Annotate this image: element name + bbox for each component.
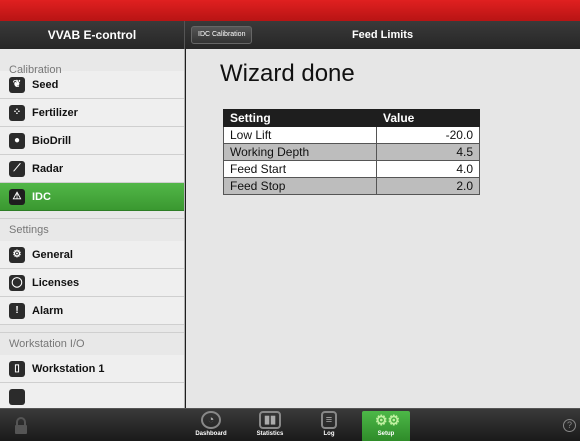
value-cell: 4.5	[376, 143, 480, 161]
gears-icon: ⚙⚙	[375, 412, 401, 428]
sidebar-item-licenses[interactable]: ◯ Licenses	[0, 269, 184, 297]
nav-dashboard[interactable]: ◔ Dashboard	[187, 411, 235, 441]
table-row: Working Depth 4.5	[223, 143, 480, 161]
sidebar-item-general[interactable]: ⚙ General	[0, 241, 184, 269]
sidebar-item-fertilizer[interactable]: ⁘ Fertilizer	[0, 99, 184, 127]
wizard-heading: Wizard done	[220, 60, 355, 87]
sidebar-item-label: Workstation 1	[32, 362, 105, 375]
sidebar-item-label: Radar	[32, 162, 64, 175]
nav-log[interactable]: ≡ Log	[305, 411, 353, 441]
nav-statistics[interactable]: ▮▮ Statistics	[246, 411, 294, 441]
bottom-nav-bar: ◔ Dashboard ▮▮ Statistics ≡ Log ⚙⚙ Setup…	[0, 408, 580, 441]
section-divider	[0, 325, 184, 333]
nav-label: Log	[323, 431, 335, 437]
section-label-settings: Settings	[9, 224, 49, 236]
main-header: IDC Calibration Feed Limits	[185, 21, 580, 49]
license-icon: ◯	[9, 274, 25, 291]
gauge-icon: ◔	[201, 411, 221, 429]
workstation-icon	[9, 388, 25, 405]
sidebar-item-workstation-1[interactable]: ▯ Workstation 1	[0, 355, 184, 383]
main-content: Wizard done Setting Value Low Lift -20.0…	[186, 49, 580, 408]
table-row: Low Lift -20.0	[223, 126, 480, 144]
section-label-workstation-io: Workstation I/O	[9, 338, 85, 350]
value-cell: 4.0	[376, 160, 480, 178]
nav-label: Dashboard	[195, 431, 227, 437]
nav-setup[interactable]: ⚙⚙ Setup	[362, 411, 410, 441]
sidebar-item-alarm[interactable]: ! Alarm	[0, 297, 184, 325]
column-header-value: Value	[376, 109, 480, 127]
sidebar-item-radar[interactable]: ⟋ Radar	[0, 155, 184, 183]
section-label-calibration: Calibration	[9, 64, 62, 76]
sidebar-item-label: Fertilizer	[32, 106, 78, 119]
bar-chart-icon: ▮▮	[259, 411, 281, 429]
sidebar-item-idc[interactable]: ⚠ IDC	[0, 183, 184, 211]
table-row: Feed Start 4.0	[223, 160, 480, 178]
sidebar-item-partial[interactable]	[0, 383, 184, 408]
setting-cell: Low Lift	[223, 126, 377, 144]
column-header-setting: Setting	[223, 109, 377, 127]
sidebar-item-label: Alarm	[32, 304, 64, 317]
sidebar-item-label: General	[32, 248, 73, 261]
fertilizer-icon: ⁘	[9, 104, 25, 121]
value-cell: -20.0	[376, 126, 480, 144]
nav-label: Statistics	[256, 431, 284, 437]
feed-limits-table: Setting Value Low Lift -20.0 Working Dep…	[223, 109, 480, 195]
idc-icon: ⚠	[9, 188, 25, 205]
setting-cell: Feed Stop	[223, 177, 377, 195]
table-row: Feed Stop 2.0	[223, 177, 480, 195]
radar-icon: ⟋	[9, 160, 25, 177]
seed-icon: ❦	[9, 76, 25, 93]
sidebar-item-label: Licenses	[32, 276, 80, 289]
clipboard-icon: ≡	[321, 411, 337, 429]
gear-icon: ⚙	[9, 246, 25, 263]
nav-label: Setup	[377, 431, 395, 437]
page-title: Feed Limits	[351, 29, 414, 41]
sidebar: Calibration ❦ Seed ⁘ Fertilizer ● BioDri…	[0, 49, 185, 408]
sidebar-item-label: Seed	[32, 78, 59, 91]
lock-icon[interactable]	[14, 417, 28, 435]
alarm-icon: !	[9, 302, 25, 319]
value-cell: 2.0	[376, 177, 480, 195]
section-divider	[0, 211, 184, 219]
droplet-icon: ●	[9, 132, 25, 149]
help-icon[interactable]: ?	[563, 419, 576, 432]
sidebar-item-biodrill[interactable]: ● BioDrill	[0, 127, 184, 155]
top-red-bar	[0, 0, 580, 21]
sidebar-item-label: IDC	[32, 190, 51, 203]
sidebar-item-label: BioDrill	[32, 134, 72, 147]
setting-cell: Working Depth	[223, 143, 377, 161]
setting-cell: Feed Start	[223, 160, 377, 178]
app-title: VVAB E-control	[0, 21, 185, 49]
workstation-icon: ▯	[9, 360, 25, 377]
